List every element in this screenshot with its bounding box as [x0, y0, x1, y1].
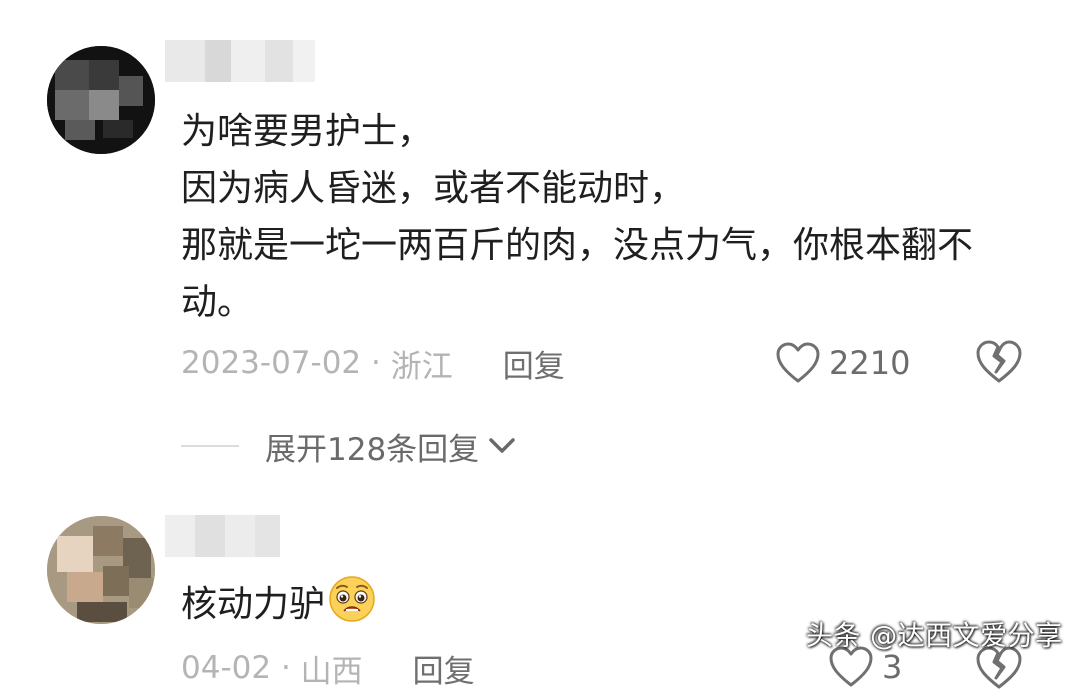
avatar[interactable]: [47, 516, 155, 624]
like-count: 3: [882, 648, 903, 686]
comment-line-text: 核动力驴: [181, 584, 326, 625]
comment-date: 04-02: [181, 650, 272, 686]
comment-line: 那就是一坨一两百斤的肉，没点力气，你根本翻不: [181, 225, 974, 266]
chevron-down-icon: [489, 438, 515, 453]
comment-meta: 2023-07-02 · 浙江 回复: [181, 341, 565, 386]
reply-button[interactable]: 回复: [413, 646, 475, 691]
comment-meta: 04-02 · 山西 回复: [181, 646, 475, 691]
comment-date: 2023-07-02: [181, 345, 362, 381]
comment-line: 为啥要男护士，: [181, 111, 434, 152]
meta-separator: ·: [271, 650, 301, 686]
divider: [181, 445, 239, 447]
comment-line: 动。: [181, 282, 254, 323]
username-blurred[interactable]: [165, 40, 315, 82]
comment-line: 因为病人昏迷，或者不能动时，: [181, 168, 686, 209]
like-button[interactable]: 2210: [775, 337, 910, 389]
comment-text: 为啥要男护士， 因为病人昏迷，或者不能动时， 那就是一坨一两百斤的肉，没点力气，…: [181, 103, 1041, 331]
username-blurred[interactable]: [165, 515, 280, 557]
comment-location: 浙江: [390, 348, 453, 385]
expand-replies-label: 展开128条回复: [265, 431, 480, 468]
watermark: 头条 @达西文爱分享: [806, 621, 1063, 652]
meta-separator: ·: [361, 345, 391, 381]
heart-outline-icon: [776, 342, 820, 383]
dislike-button[interactable]: [975, 339, 1023, 385]
pleading-face-emoji-icon: [329, 576, 375, 622]
reply-button[interactable]: 回复: [503, 341, 565, 386]
broken-heart-icon: [976, 340, 1022, 383]
comment-location: 山西: [300, 653, 363, 690]
expand-replies[interactable]: 展开128条回复: [181, 424, 517, 468]
like-count: 2210: [829, 344, 911, 382]
avatar[interactable]: [47, 46, 155, 154]
